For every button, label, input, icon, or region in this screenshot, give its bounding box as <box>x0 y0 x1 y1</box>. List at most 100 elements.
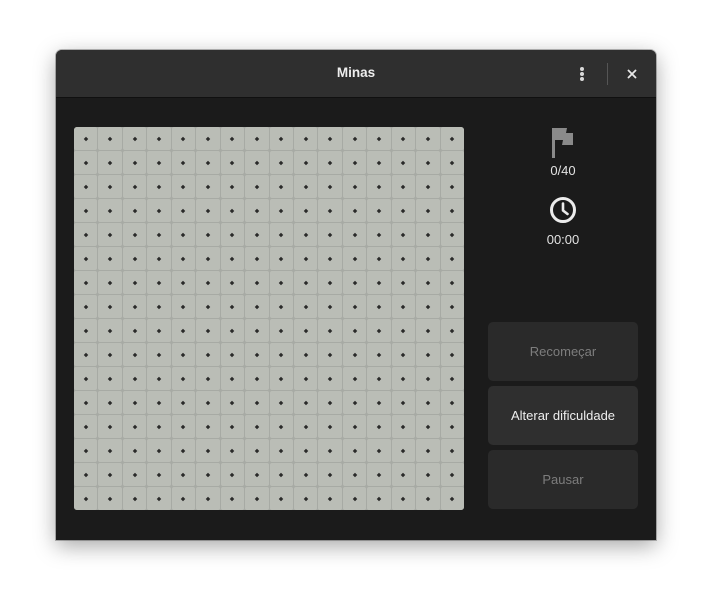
mine-cell[interactable] <box>391 391 416 414</box>
mine-cell[interactable] <box>122 391 147 414</box>
mine-cell[interactable] <box>391 487 416 510</box>
mine-cell[interactable] <box>416 223 440 246</box>
mine-cell[interactable] <box>440 391 464 414</box>
mine-cell[interactable] <box>391 463 416 486</box>
mine-cell[interactable] <box>293 151 318 174</box>
mine-cell[interactable] <box>74 415 98 438</box>
mine-cell[interactable] <box>293 463 318 486</box>
mine-cell[interactable] <box>342 415 367 438</box>
mine-cell[interactable] <box>196 439 220 462</box>
mine-cell[interactable] <box>245 367 269 390</box>
mine-cell[interactable] <box>147 463 171 486</box>
mine-cell[interactable] <box>220 415 245 438</box>
mine-cell[interactable] <box>293 223 318 246</box>
mine-cell[interactable] <box>171 343 196 366</box>
mine-cell[interactable] <box>416 295 440 318</box>
mine-cell[interactable] <box>220 487 245 510</box>
mine-cell[interactable] <box>171 151 196 174</box>
mine-cell[interactable] <box>367 247 391 270</box>
mine-cell[interactable] <box>196 151 220 174</box>
mine-cell[interactable] <box>293 439 318 462</box>
mine-cell[interactable] <box>171 439 196 462</box>
mine-cell[interactable] <box>196 199 220 222</box>
mine-cell[interactable] <box>196 127 220 150</box>
mine-cell[interactable] <box>171 271 196 294</box>
mine-cell[interactable] <box>220 127 245 150</box>
mine-cell[interactable] <box>367 391 391 414</box>
mine-cell[interactable] <box>220 199 245 222</box>
mine-cell[interactable] <box>122 271 147 294</box>
mine-cell[interactable] <box>416 151 440 174</box>
mine-cell[interactable] <box>147 391 171 414</box>
mine-cell[interactable] <box>171 319 196 342</box>
mine-cell[interactable] <box>196 223 220 246</box>
mine-cell[interactable] <box>342 271 367 294</box>
mine-cell[interactable] <box>122 367 147 390</box>
mine-cell[interactable] <box>98 487 122 510</box>
mine-cell[interactable] <box>391 151 416 174</box>
mine-cell[interactable] <box>318 127 342 150</box>
mine-cell[interactable] <box>342 439 367 462</box>
mine-cell[interactable] <box>122 343 147 366</box>
mine-cell[interactable] <box>440 439 464 462</box>
mine-cell[interactable] <box>74 247 98 270</box>
mine-cell[interactable] <box>171 247 196 270</box>
mine-cell[interactable] <box>220 223 245 246</box>
mine-cell[interactable] <box>416 175 440 198</box>
mine-cell[interactable] <box>196 343 220 366</box>
mine-cell[interactable] <box>293 295 318 318</box>
mine-cell[interactable] <box>440 271 464 294</box>
mine-cell[interactable] <box>74 175 98 198</box>
mine-cell[interactable] <box>318 199 342 222</box>
mine-cell[interactable] <box>147 223 171 246</box>
mine-cell[interactable] <box>122 223 147 246</box>
mine-cell[interactable] <box>391 295 416 318</box>
mine-cell[interactable] <box>293 271 318 294</box>
mine-cell[interactable] <box>391 319 416 342</box>
mine-cell[interactable] <box>440 151 464 174</box>
mine-cell[interactable] <box>220 439 245 462</box>
mine-cell[interactable] <box>147 367 171 390</box>
mine-cell[interactable] <box>74 151 98 174</box>
mine-cell[interactable] <box>440 367 464 390</box>
mine-cell[interactable] <box>74 223 98 246</box>
mine-cell[interactable] <box>147 343 171 366</box>
mine-cell[interactable] <box>122 199 147 222</box>
mine-cell[interactable] <box>342 151 367 174</box>
mine-cell[interactable] <box>440 487 464 510</box>
mine-cell[interactable] <box>367 223 391 246</box>
mine-cell[interactable] <box>122 319 147 342</box>
mine-cell[interactable] <box>245 199 269 222</box>
mine-cell[interactable] <box>416 271 440 294</box>
mine-cell[interactable] <box>147 199 171 222</box>
mine-cell[interactable] <box>269 247 293 270</box>
mine-cell[interactable] <box>220 343 245 366</box>
mine-cell[interactable] <box>220 463 245 486</box>
mine-cell[interactable] <box>367 151 391 174</box>
mine-cell[interactable] <box>122 247 147 270</box>
mine-cell[interactable] <box>98 271 122 294</box>
mine-cell[interactable] <box>245 391 269 414</box>
mine-cell[interactable] <box>98 319 122 342</box>
mine-cell[interactable] <box>440 247 464 270</box>
mine-cell[interactable] <box>293 175 318 198</box>
menu-button[interactable] <box>568 60 596 88</box>
mine-cell[interactable] <box>196 295 220 318</box>
mine-cell[interactable] <box>269 343 293 366</box>
close-button[interactable] <box>618 60 646 88</box>
mine-cell[interactable] <box>196 463 220 486</box>
mine-cell[interactable] <box>245 487 269 510</box>
mine-cell[interactable] <box>293 199 318 222</box>
mine-cell[interactable] <box>98 439 122 462</box>
restart-button[interactable]: Recomeçar <box>488 322 638 381</box>
mine-cell[interactable] <box>171 175 196 198</box>
mine-cell[interactable] <box>342 367 367 390</box>
mine-cell[interactable] <box>318 487 342 510</box>
mine-cell[interactable] <box>318 415 342 438</box>
mine-cell[interactable] <box>74 391 98 414</box>
mine-cell[interactable] <box>171 415 196 438</box>
mine-cell[interactable] <box>98 175 122 198</box>
mine-cell[interactable] <box>293 247 318 270</box>
mine-cell[interactable] <box>196 247 220 270</box>
mine-cell[interactable] <box>416 319 440 342</box>
